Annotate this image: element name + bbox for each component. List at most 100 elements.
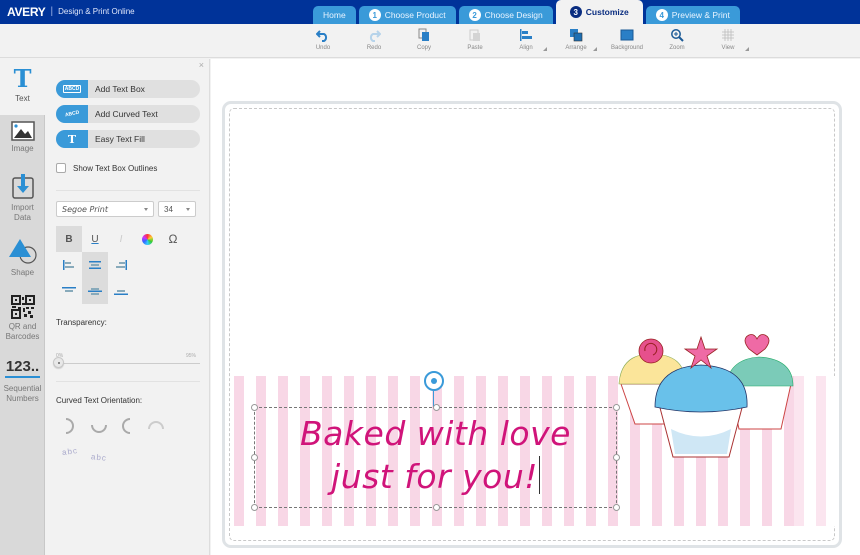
selected-text-box[interactable]: Baked with love just for you!	[251, 404, 620, 511]
italic-button[interactable]: I	[108, 226, 134, 252]
nav-shape[interactable]: Shape	[0, 237, 45, 278]
text-icon: T	[13, 64, 32, 93]
logo-separator: |	[50, 6, 54, 17]
nav-label: QR and Barcodes	[5, 322, 40, 341]
redo-button[interactable]: Redo	[349, 28, 399, 51]
align-label: Align	[519, 45, 533, 51]
tab-choose-product[interactable]: 1 Choose Product	[358, 6, 456, 24]
special-character-button[interactable]: Ω	[160, 226, 186, 252]
align-center-icon	[89, 261, 101, 269]
nav-label: Shape	[10, 268, 35, 277]
curve-bottom-icon[interactable]	[90, 417, 108, 435]
curve-top-icon[interactable]	[147, 417, 165, 435]
text-caret	[538, 456, 540, 494]
icon-text: ABCD	[62, 85, 82, 93]
font-family-select[interactable]: Segoe Print	[56, 201, 154, 217]
font-size-select[interactable]: 34	[158, 201, 196, 217]
label-card[interactable]: Baked with love just for you!	[222, 101, 842, 548]
resize-handle-top-left[interactable]	[251, 404, 258, 411]
nav-label: Text	[15, 94, 30, 103]
add-curved-text-button[interactable]: ABCD Add Curved Text	[56, 105, 200, 123]
chevron-down-icon	[186, 208, 190, 211]
left-nav: T Text Image Import Data Shape QR and Ba…	[0, 59, 45, 555]
curve-right-icon[interactable]	[60, 417, 78, 435]
tab-label: Customize	[585, 7, 629, 17]
align-middle-button[interactable]	[82, 278, 108, 304]
align-right-button[interactable]	[108, 252, 134, 278]
underline-label: U	[91, 233, 99, 245]
view-button[interactable]: View	[703, 28, 753, 51]
text-color-button[interactable]	[134, 226, 160, 252]
align-top-button[interactable]	[56, 278, 82, 304]
zoom-button[interactable]: Zoom	[652, 28, 702, 51]
cupcakes-image[interactable]	[611, 329, 801, 474]
copy-button[interactable]: Copy	[399, 28, 449, 51]
undo-icon	[316, 30, 328, 42]
tab-customize[interactable]: 3 Customize	[555, 0, 643, 24]
arrange-button[interactable]: Arrange	[551, 28, 601, 51]
nav-sequential-numbers[interactable]: 123.. Sequential Numbers	[0, 359, 45, 404]
image-icon	[10, 121, 35, 141]
nav-text[interactable]: T Text	[0, 59, 45, 115]
text-line-2: just for you!	[331, 457, 538, 496]
align-center-button[interactable]	[82, 252, 108, 278]
rotate-handle[interactable]	[424, 371, 444, 391]
align-left-icon	[63, 260, 74, 270]
transparency-label: Transparency:	[56, 318, 107, 327]
nav-qr-barcodes[interactable]: QR and Barcodes	[0, 295, 45, 342]
bold-button[interactable]: B	[56, 226, 82, 252]
dropdown-corner-icon	[593, 47, 597, 51]
grid-icon	[722, 29, 734, 41]
background-button[interactable]: Background	[602, 28, 652, 51]
copy-icon	[418, 28, 429, 41]
nav-image[interactable]: Image	[0, 121, 45, 154]
show-outlines-row: Show Text Box Outlines	[56, 163, 157, 173]
text-box-content[interactable]: Baked with love just for you!	[255, 412, 616, 498]
resize-handle-top-right[interactable]	[613, 404, 620, 411]
background-label: Background	[610, 45, 644, 51]
button-label: Add Curved Text	[95, 109, 158, 119]
slider-max-label: 95%	[186, 353, 197, 359]
align-bottom-button[interactable]	[108, 278, 134, 304]
button-label: Add Text Box	[95, 84, 145, 94]
text-fill-icon: T	[56, 130, 88, 148]
curve-left-icon[interactable]	[118, 417, 136, 435]
undo-button[interactable]: Undo	[298, 28, 348, 51]
show-outlines-label: Show Text Box Outlines	[73, 163, 158, 173]
toolbar: Undo Redo Copy Paste Align Arrange Backg…	[0, 24, 860, 58]
resize-handle-bottom[interactable]	[433, 504, 440, 511]
resize-handle-top[interactable]	[433, 404, 440, 411]
qr-code-icon	[10, 295, 35, 319]
transparency-slider-track[interactable]	[58, 363, 200, 364]
curved-text-icon: ABCD	[56, 105, 88, 123]
resize-handle-right[interactable]	[613, 454, 620, 461]
copy-label: Copy	[416, 45, 431, 51]
paste-button[interactable]: Paste	[450, 28, 500, 51]
easy-text-fill-button[interactable]: T Easy Text Fill	[56, 130, 200, 148]
add-text-box-button[interactable]: ABCD Add Text Box	[56, 80, 200, 98]
nav-label: Sequential Numbers	[3, 384, 42, 403]
tab-choose-design[interactable]: 2 Choose Design	[458, 6, 553, 24]
resize-handle-left[interactable]	[251, 454, 258, 461]
curved-text-up-sample[interactable]: abc	[61, 446, 78, 457]
tab-home[interactable]: Home	[313, 6, 356, 24]
tab-preview-print[interactable]: 4 Preview & Print	[645, 6, 740, 24]
resize-handle-bottom-left[interactable]	[251, 504, 258, 511]
align-left-button[interactable]	[56, 252, 82, 278]
align-icon	[520, 29, 532, 41]
step-tabs: Home 1 Choose Product 2 Choose Design 3 Cus…	[313, 0, 743, 24]
close-panel-icon[interactable]: ×	[199, 60, 204, 70]
transparency-slider-handle[interactable]	[53, 357, 64, 368]
avery-logo[interactable]: AVERY | Design & Print Online	[5, 4, 135, 19]
underline-button[interactable]: U	[82, 226, 108, 252]
paste-label: Paste	[467, 45, 483, 51]
resize-handle-bottom-right[interactable]	[613, 504, 620, 511]
icon-text: T	[67, 132, 77, 146]
chevron-down-icon	[144, 208, 148, 211]
align-button[interactable]: Align	[501, 28, 551, 51]
nav-import-data[interactable]: Import Data	[0, 172, 45, 223]
curved-text-down-sample[interactable]: abc	[91, 452, 108, 463]
show-outlines-checkbox[interactable]	[56, 163, 66, 173]
sequential-numbers-icon: 123..	[4, 359, 41, 378]
dropdown-corner-icon	[543, 47, 547, 51]
